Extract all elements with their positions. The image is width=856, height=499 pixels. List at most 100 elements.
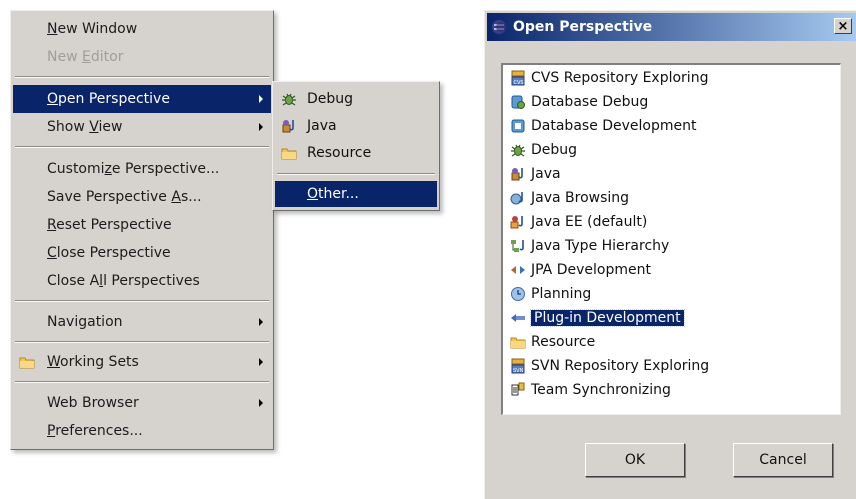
list-item-jpa-development[interactable]: JPA Development — [509, 259, 655, 281]
submenu-arrow-icon — [259, 318, 263, 326]
submenu-arrow-icon — [259, 95, 263, 103]
submenu-arrow-icon — [259, 358, 263, 366]
menu-item-label: Save Perspective As... — [47, 189, 202, 205]
list-item-team-synchronizing[interactable]: Team Synchronizing — [509, 379, 675, 401]
menu-separator — [15, 300, 269, 302]
list-item-label: Debug — [531, 142, 578, 158]
dialog-title: Open Perspective — [513, 19, 653, 35]
menu-separator — [15, 341, 269, 343]
list-item-label: Java EE (default) — [531, 214, 648, 230]
menu-item-web-browser[interactable]: Web Browser — [13, 389, 271, 417]
submenu-item-label: Resource — [307, 145, 372, 161]
eclipse-icon — [492, 20, 506, 34]
menu-item-label: New Editor — [47, 49, 124, 65]
svg-text:CVS: CVS — [514, 80, 524, 86]
menu-separator — [15, 76, 269, 78]
menu-item-label: Preferences... — [47, 423, 143, 439]
submenu-item-resource[interactable]: Resource — [275, 140, 437, 166]
list-item-database-debug[interactable]: Database Debug — [509, 91, 652, 113]
database-debug-icon — [511, 95, 525, 109]
plugin-development-icon — [511, 314, 525, 322]
open-perspective-dialog: Open Perspective × CVS CVS Repository Ex… — [484, 10, 856, 499]
svg-text:SVN: SVN — [513, 368, 524, 374]
menu-item-label: Working Sets — [47, 354, 139, 370]
menu-item-label: Open Perspective — [47, 91, 170, 107]
submenu-item-other[interactable]: Other... — [275, 181, 437, 207]
submenu-arrow-icon — [259, 399, 263, 407]
list-item-java-browsing[interactable]: Java Browsing — [509, 187, 633, 209]
list-item-label: CVS Repository Exploring — [531, 70, 709, 86]
team-synchronizing-icon — [511, 382, 525, 396]
menu-item-label: Customize Perspective... — [47, 161, 220, 177]
menu-item-preferences[interactable]: Preferences... — [13, 417, 271, 445]
list-item-cvs-repository-exploring[interactable]: CVS CVS Repository Exploring — [509, 67, 712, 89]
menu-separator — [15, 146, 269, 148]
list-item-label: SVN Repository Exploring — [531, 358, 710, 374]
list-item-label: Resource — [531, 334, 596, 350]
cvs-repository-icon: CVS — [511, 70, 525, 86]
menu-item-label: Navigation — [47, 314, 123, 330]
open-perspective-submenu: Debug Java Resource Other... — [272, 81, 440, 211]
list-item-java-type-hierarchy[interactable]: Java Type Hierarchy — [509, 235, 673, 257]
list-item-label: Java Browsing — [531, 190, 630, 206]
folder-icon — [510, 337, 526, 349]
menu-item-save-perspective-as[interactable]: Save Perspective As... — [13, 183, 271, 211]
menu-item-customize-perspective[interactable]: Customize Perspective... — [13, 155, 271, 183]
window-menu: New Window New Editor Open Perspective S… — [10, 10, 274, 450]
database-development-icon — [511, 119, 525, 133]
java-perspective-icon — [511, 168, 523, 181]
dialog-title-bar[interactable]: Open Perspective × — [487, 13, 856, 41]
svn-repository-icon: SVN — [511, 358, 525, 374]
menu-item-label: Close All Perspectives — [47, 273, 200, 289]
list-item-label: Planning — [531, 286, 592, 302]
list-item-debug[interactable]: Debug — [509, 139, 581, 161]
menu-item-label: New Window — [47, 21, 138, 37]
submenu-item-label: Debug — [307, 91, 354, 107]
list-item-plug-in-development[interactable]: Plug-in Development — [509, 307, 688, 329]
perspective-list[interactable]: CVS CVS Repository Exploring Database De… — [501, 63, 841, 415]
menu-item-navigation[interactable]: Navigation — [13, 308, 271, 336]
folder-icon — [19, 357, 35, 369]
list-item-label: Plug-in Development — [530, 309, 685, 327]
submenu-item-java[interactable]: Java — [275, 113, 437, 139]
menu-item-new-window[interactable]: New Window — [13, 15, 271, 43]
close-button[interactable]: × — [834, 18, 852, 34]
java-perspective-icon — [282, 120, 294, 133]
submenu-arrow-icon — [259, 123, 263, 131]
cancel-button[interactable]: Cancel — [733, 443, 833, 477]
menu-item-working-sets[interactable]: Working Sets — [13, 348, 271, 376]
list-item-java-ee[interactable]: Java EE (default) — [509, 211, 651, 233]
debug-bug-icon — [282, 93, 296, 106]
list-item-label: Java Type Hierarchy — [531, 238, 670, 254]
menu-item-new-editor: New Editor — [13, 43, 271, 71]
menu-item-label: Web Browser — [47, 395, 139, 411]
submenu-item-label: Other... — [307, 186, 359, 202]
debug-bug-icon — [511, 144, 525, 157]
menu-item-label: Reset Perspective — [47, 217, 172, 233]
menu-item-label: Show View — [47, 119, 123, 135]
jpa-development-icon — [511, 266, 525, 274]
list-item-label: Team Synchronizing — [531, 382, 671, 398]
java-ee-icon — [510, 216, 523, 229]
list-item-planning[interactable]: Planning — [509, 283, 595, 305]
menu-item-show-view[interactable]: Show View — [13, 113, 271, 141]
list-item-label: JPA Development — [531, 262, 651, 278]
list-item-label: Java — [531, 166, 561, 182]
submenu-item-debug[interactable]: Debug — [275, 86, 437, 112]
submenu-item-label: Java — [307, 118, 337, 134]
list-item-database-development[interactable]: Database Development — [509, 115, 701, 137]
list-item-label: Database Debug — [531, 94, 649, 110]
menu-item-open-perspective[interactable]: Open Perspective — [13, 85, 271, 113]
list-item-svn-repository-exploring[interactable]: SVN SVN Repository Exploring — [509, 355, 713, 377]
menu-separator — [277, 173, 435, 175]
list-item-resource[interactable]: Resource — [509, 331, 599, 353]
menu-item-reset-perspective[interactable]: Reset Perspective — [13, 211, 271, 239]
list-item-label: Database Development — [531, 118, 697, 134]
list-item-java[interactable]: Java — [509, 163, 565, 185]
folder-icon — [281, 148, 297, 160]
menu-item-close-perspective[interactable]: Close Perspective — [13, 239, 271, 267]
menu-item-label: Close Perspective — [47, 245, 171, 261]
menu-item-close-all-perspectives[interactable]: Close All Perspectives — [13, 267, 271, 295]
java-browsing-icon — [510, 192, 523, 205]
ok-button[interactable]: OK — [585, 443, 685, 477]
